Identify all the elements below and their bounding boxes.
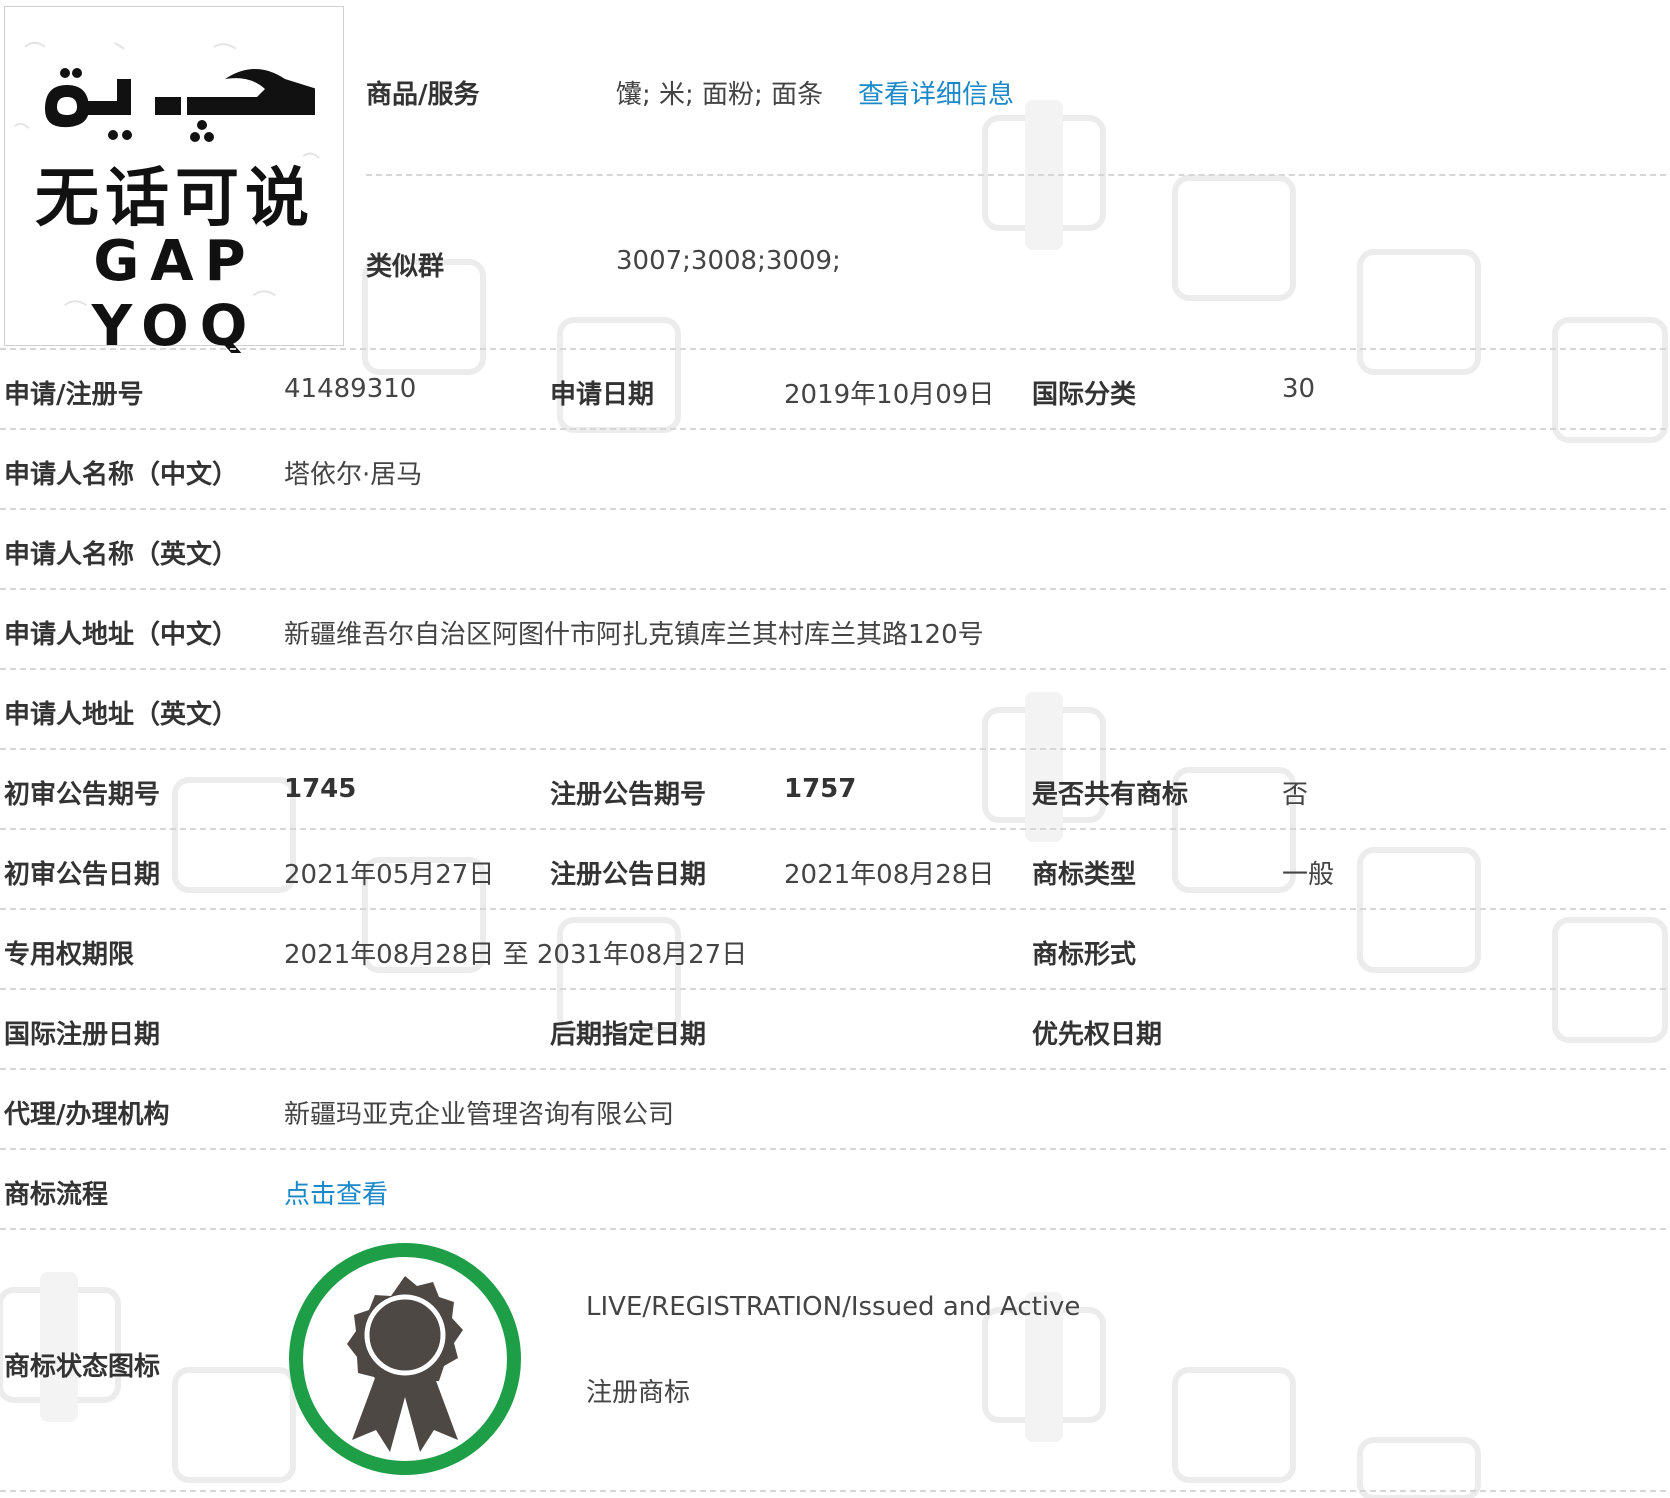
flow-view-link[interactable]: 点击查看 <box>284 1174 388 1211</box>
trademark-latin-text: GAP YOQ <box>91 229 259 359</box>
shared-label: 是否共有商标 <box>1032 780 1189 810</box>
divider <box>366 174 1666 176</box>
goods-value: 馕; 米; 面粉; 面条 <box>616 80 824 110</box>
applicant-cn-value: 塔依尔·居马 <box>284 460 423 490</box>
intl-reg-date-label: 国际注册日期 <box>4 1020 161 1050</box>
divider <box>0 348 1666 350</box>
status-english: LIVE/REGISTRATION/Issued and Active <box>586 1292 1081 1322</box>
goods-detail-link[interactable]: 查看详细信息 <box>858 74 1014 111</box>
divider <box>0 988 1666 990</box>
reg-issue-label: 注册公告期号 <box>550 780 707 810</box>
prelim-issue-label: 初审公告期号 <box>4 780 161 810</box>
divider <box>0 668 1666 670</box>
trademark-chinese-text: 无话可说 <box>35 162 315 236</box>
divider <box>0 908 1666 910</box>
similar-group-label: 类似群 <box>366 252 445 282</box>
priority-date-label: 优先权日期 <box>1032 1020 1163 1050</box>
divider <box>0 588 1666 590</box>
divider <box>0 1148 1666 1150</box>
tm-form-label: 商标形式 <box>1032 940 1137 970</box>
applicant-en-label: 申请人名称（英文） <box>4 540 239 570</box>
agent-value: 新疆玛亚克企业管理咨询有限公司 <box>284 1100 675 1130</box>
status-icon-label: 商标状态图标 <box>4 1352 161 1382</box>
term-label: 专用权期限 <box>4 940 135 970</box>
trademark-detail-page: 无话可说 GAP YOQ 商品/服务 馕; 米; 面粉; 面条 查看详细信息 类… <box>0 0 1670 1498</box>
reg-issue-value: 1757 <box>784 774 857 804</box>
prelim-issue-value: 1745 <box>284 774 357 804</box>
intl-class-value: 30 <box>1282 374 1316 404</box>
reg-no-label: 申请/注册号 <box>4 380 144 410</box>
intl-class-label: 国际分类 <box>1032 380 1137 410</box>
flow-label: 商标流程 <box>4 1180 109 1210</box>
divider <box>0 508 1666 510</box>
address-en-label: 申请人地址（英文） <box>4 700 239 730</box>
applicant-cn-label: 申请人名称（中文） <box>4 460 239 490</box>
prelim-date-label: 初审公告日期 <box>4 860 161 890</box>
divider <box>0 1490 1666 1492</box>
tm-type-label: 商标类型 <box>1032 860 1137 890</box>
later-date-label: 后期指定日期 <box>550 1020 707 1050</box>
reg-date-label: 注册公告日期 <box>550 860 707 890</box>
uyghur-wordmark-icon <box>45 68 315 142</box>
divider <box>0 828 1666 830</box>
divider <box>0 748 1666 750</box>
tm-type-value: 一般 <box>1282 860 1335 890</box>
apply-date-label: 申请日期 <box>550 380 655 410</box>
divider <box>0 1068 1666 1070</box>
goods-label: 商品/服务 <box>366 80 480 110</box>
address-cn-label: 申请人地址（中文） <box>4 620 239 650</box>
divider <box>0 1228 1666 1230</box>
agent-label: 代理/办理机构 <box>4 1100 170 1130</box>
shared-value: 否 <box>1282 780 1309 810</box>
similar-group-value: 3007;3008;3009; <box>616 246 841 276</box>
prelim-date-value: 2021年05月27日 <box>284 860 495 890</box>
term-value: 2021年08月28日 至 2031年08月27日 <box>284 940 748 970</box>
reg-no-value: 41489310 <box>284 374 417 404</box>
divider <box>0 428 1666 430</box>
apply-date-value: 2019年10月09日 <box>784 380 995 410</box>
status-chinese: 注册商标 <box>586 1378 691 1408</box>
award-ribbon-icon <box>289 1243 521 1475</box>
address-cn-value: 新疆维吾尔自治区阿图什市阿扎克镇库兰其村库兰其路120号 <box>284 620 984 650</box>
reg-date-value: 2021年08月28日 <box>784 860 995 890</box>
trademark-image: 无话可说 GAP YOQ <box>4 6 344 359</box>
